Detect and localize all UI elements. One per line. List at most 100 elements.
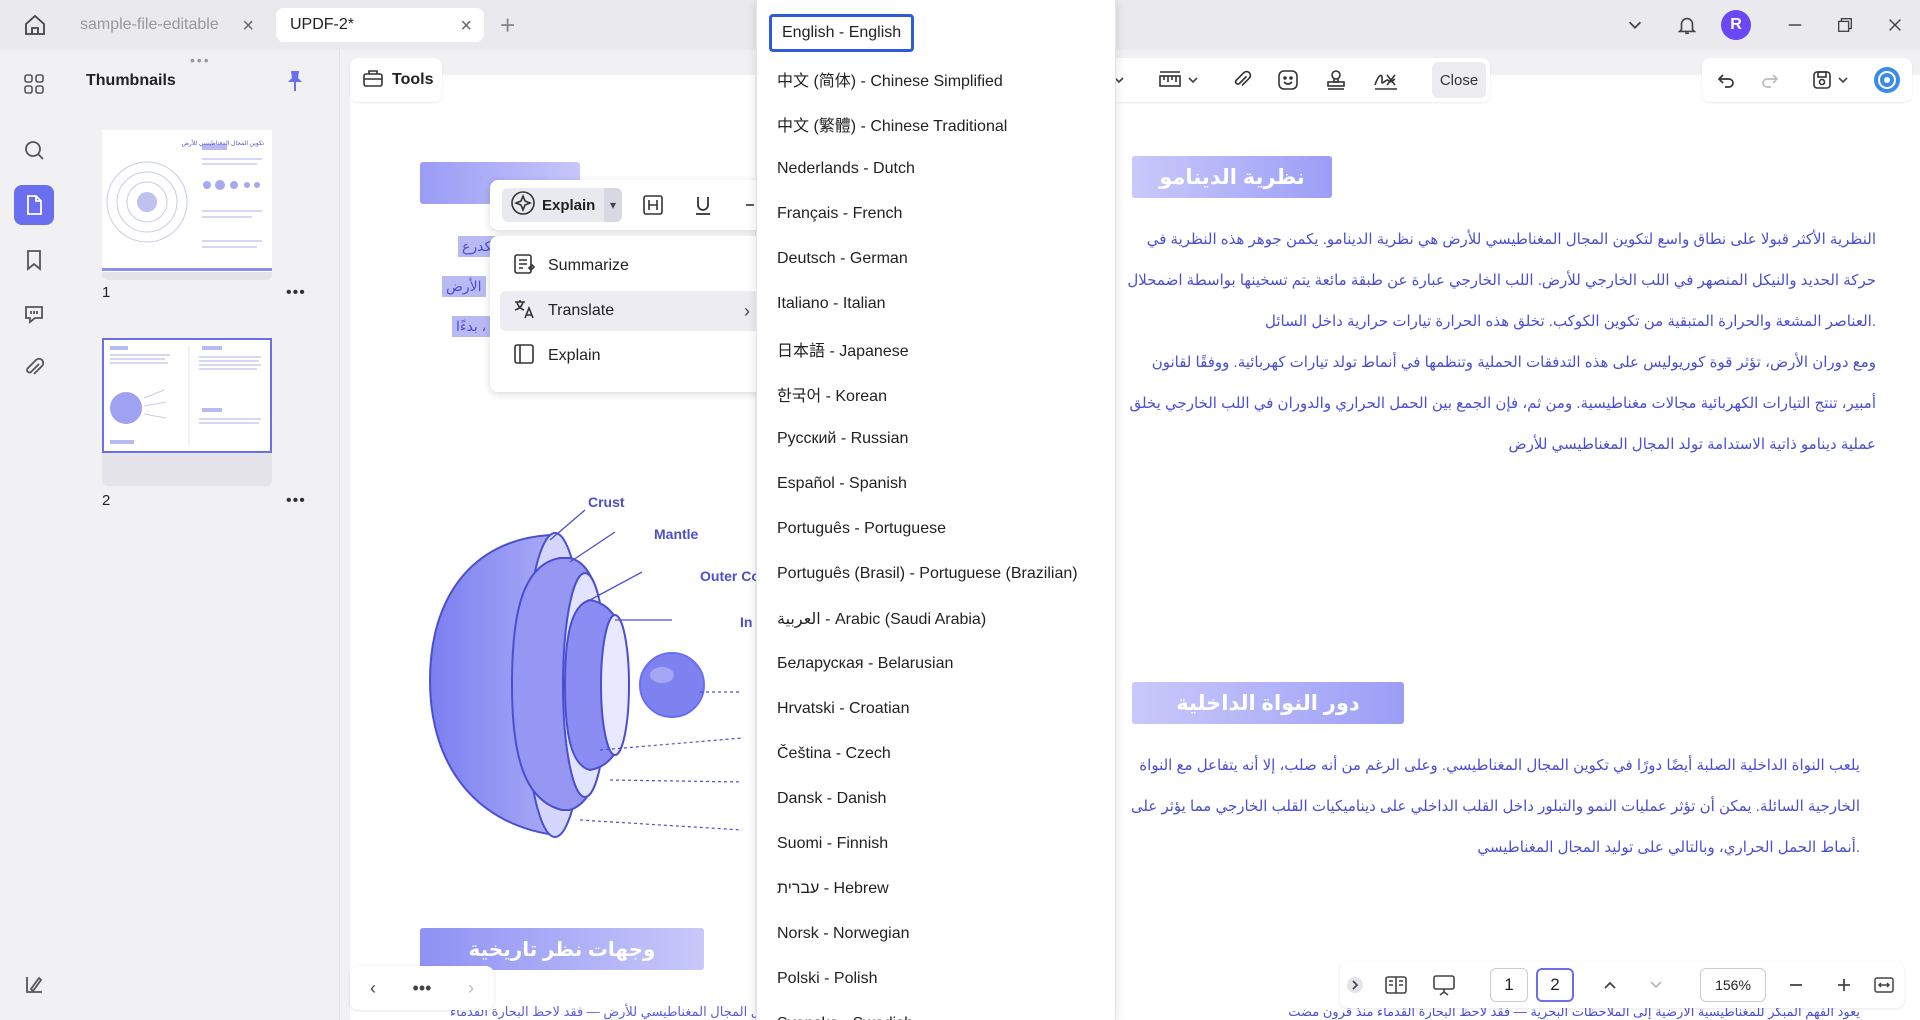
panel-grip-icon[interactable]: •••: [190, 52, 211, 68]
language-option-chinese-traditional[interactable]: 中文 (繁體) - Chinese Traditional: [777, 107, 1007, 141]
page-number-1[interactable]: 1: [1490, 968, 1528, 1002]
paragraph-line: الخارجية السائلة. يمكن أن تؤثر عمليات ال…: [1130, 798, 1860, 815]
selection-toolbar: Explain ▾: [490, 180, 770, 230]
attachment-icon[interactable]: [14, 348, 54, 388]
chevron-down-icon[interactable]: [1642, 973, 1670, 997]
language-option-spanish[interactable]: Español - Spanish: [777, 467, 907, 501]
search-icon[interactable]: [14, 130, 54, 170]
tools-label: Tools: [392, 71, 434, 88]
tools-button[interactable]: Tools: [350, 58, 442, 102]
bookmark-icon[interactable]: [14, 240, 54, 280]
signature-icon[interactable]: [1372, 68, 1400, 92]
language-option-swedish[interactable]: Svenska - Swedish: [777, 1007, 913, 1020]
menu-item-translate[interactable]: Translate ›: [500, 291, 760, 331]
stamp-icon[interactable]: [1322, 68, 1350, 92]
menu-item-explain[interactable]: Explain: [500, 336, 760, 376]
language-option-japanese[interactable]: 日本語 - Japanese: [777, 332, 909, 366]
language-option-italian[interactable]: Italiano - Italian: [777, 287, 886, 321]
underline-icon[interactable]: [690, 192, 716, 218]
tab-updf-2[interactable]: UPDF-2* ×: [276, 8, 484, 42]
language-option-norwegian[interactable]: Norsk - Norwegian: [777, 917, 909, 951]
zoom-level[interactable]: 156%: [1700, 968, 1766, 1002]
language-option-portuguese[interactable]: Português - Portuguese: [777, 512, 946, 546]
language-option-english[interactable]: English - English: [769, 14, 915, 52]
zoom-out-icon[interactable]: [1782, 973, 1810, 997]
chevron-up-icon[interactable]: [1596, 973, 1624, 997]
layers-icon[interactable]: [14, 964, 54, 1004]
save-icon[interactable]: [1808, 68, 1836, 92]
selected-text[interactable]: بدءًا ،: [452, 316, 491, 337]
language-option-croatian[interactable]: Hrvatski - Croatian: [777, 692, 909, 726]
chevron-down-icon[interactable]: [1834, 68, 1852, 92]
thumbnails-panel: ••• Thumbnails تكوين المجال المغناطيسي ل…: [68, 50, 340, 1020]
thumbnails-icon[interactable]: [14, 185, 54, 225]
language-option-belarusian[interactable]: Беларуская - Belarusian: [777, 647, 953, 681]
page-layout-icon[interactable]: [1382, 973, 1410, 997]
chevron-down-icon[interactable]: ▾: [604, 188, 622, 222]
language-option-arabic[interactable]: العربية - Arabic (Saudi Arabia): [777, 602, 986, 636]
home-icon[interactable]: [20, 10, 50, 40]
chevron-left-icon[interactable]: ‹: [358, 976, 388, 1000]
language-option-czech[interactable]: Čeština - Czech: [777, 737, 891, 771]
redo-icon[interactable]: [1756, 68, 1784, 92]
explain-icon: [512, 342, 536, 371]
sticker-icon[interactable]: [1274, 68, 1302, 92]
language-option-chinese-simplified[interactable]: 中文 (简体) - Chinese Simplified: [777, 62, 1003, 96]
close-icon[interactable]: ×: [460, 15, 472, 38]
bell-icon[interactable]: [1672, 10, 1702, 40]
comment-icon[interactable]: [14, 294, 54, 334]
section-heading: دور النواة الداخلية: [1132, 682, 1404, 724]
more-options-icon[interactable]: •••: [286, 284, 306, 302]
language-option-french[interactable]: Français - French: [777, 197, 902, 231]
ai-explain-button[interactable]: Explain: [502, 188, 610, 222]
language-option-german[interactable]: Deutsch - German: [777, 242, 908, 276]
pin-icon[interactable]: [286, 70, 304, 98]
language-option-dutch[interactable]: Nederlands - Dutch: [777, 152, 915, 186]
paragraph-line: .العناصر المشعة والحرارة المتبقية من تكو…: [1264, 313, 1876, 330]
menu-item-summarize[interactable]: Summarize: [500, 246, 760, 286]
attachment-icon[interactable]: [1228, 68, 1256, 92]
avatar-initial: R: [1721, 10, 1751, 40]
fit-width-icon[interactable]: [1870, 973, 1898, 997]
language-option-portuguese-brazil[interactable]: Português (Brasil) - Portuguese (Brazili…: [777, 557, 1078, 591]
undo-icon[interactable]: [1712, 68, 1740, 92]
apps-grid-icon[interactable]: [14, 64, 54, 104]
minimize-icon[interactable]: [1780, 10, 1810, 40]
restore-icon[interactable]: [1830, 10, 1860, 40]
paragraph-line: النظرية الأكثر قبولا على نطاق واسع لتكوي…: [1146, 231, 1876, 248]
more-options-icon[interactable]: •••: [286, 492, 306, 510]
ruler-icon[interactable]: [1156, 68, 1184, 92]
more-icon[interactable]: •••: [407, 976, 437, 1000]
user-avatar[interactable]: R: [1721, 10, 1751, 40]
thumbnail-number: 2: [102, 492, 111, 509]
selected-text[interactable]: الأرض: [442, 276, 486, 297]
add-tab-icon[interactable]: +: [500, 10, 515, 41]
tab-sample-file[interactable]: sample-file-editable ×: [66, 8, 266, 42]
ai-assistant-icon[interactable]: [1872, 67, 1902, 93]
language-option-finnish[interactable]: Suomi - Finnish: [777, 827, 888, 861]
heading-icon[interactable]: [640, 192, 666, 218]
zoom-in-icon[interactable]: [1830, 973, 1858, 997]
language-option-korean[interactable]: 한국어 - Korean: [777, 377, 887, 411]
chevron-down-icon[interactable]: [1184, 68, 1202, 92]
language-option-polish[interactable]: Polski - Polish: [777, 962, 877, 996]
chevron-right-icon[interactable]: ›: [456, 976, 486, 1000]
collapse-arrow-icon[interactable]: [1344, 973, 1366, 997]
paragraph-line: يلعب النواة الداخلية الصلبة أيضًا دورًا …: [1139, 757, 1860, 774]
thumbnail-number: 1: [102, 284, 111, 301]
language-option-hebrew[interactable]: עברית - Hebrew: [777, 872, 889, 906]
thumbnail-page-1-preview: تكوين المجال المغناطيسي للأرض: [102, 130, 272, 272]
thumbnail-page-2[interactable]: [102, 338, 272, 486]
language-option-danish[interactable]: Dansk - Danish: [777, 782, 886, 816]
thumbnail-1-art: [102, 145, 272, 271]
close-icon[interactable]: ×: [242, 15, 254, 38]
page-scroll-bar: ‹ ••• ›: [350, 966, 494, 1010]
presentation-icon[interactable]: [1430, 973, 1458, 997]
language-option-russian[interactable]: Русский - Russian: [777, 422, 908, 456]
window-close-icon[interactable]: [1880, 10, 1910, 40]
thumbnail-page-1[interactable]: تكوين المجال المغناطيسي للأرض: [102, 130, 272, 280]
page-number-input[interactable]: 2: [1536, 968, 1574, 1002]
menu-item-label: Summarize: [548, 257, 629, 274]
chevron-down-icon[interactable]: [1620, 10, 1650, 40]
close-button[interactable]: Close: [1432, 62, 1486, 98]
